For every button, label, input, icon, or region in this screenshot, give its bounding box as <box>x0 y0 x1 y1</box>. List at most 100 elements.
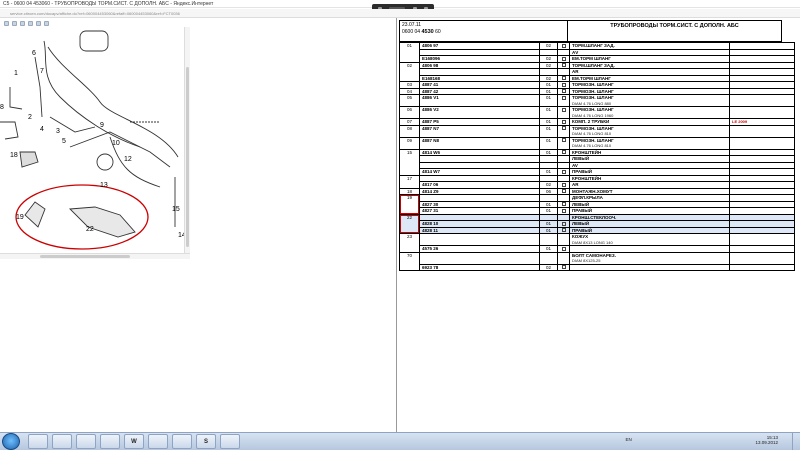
note-cell <box>729 136 795 150</box>
scroll-thumb[interactable] <box>186 67 189 247</box>
checkbox[interactable] <box>562 126 566 131</box>
folder-icon[interactable] <box>172 434 192 449</box>
description-text: ЛЕВЫЙ <box>572 156 590 161</box>
start-button[interactable] <box>2 433 20 450</box>
checkbox[interactable] <box>562 202 566 207</box>
part-ref-text: 4827 30 <box>422 201 439 207</box>
part-ref[interactable]: 6923 78 <box>419 263 540 271</box>
checkbox[interactable] <box>562 189 566 194</box>
skype-icon[interactable]: S <box>196 434 216 449</box>
part-ref[interactable]: 4887 N8 <box>419 136 540 150</box>
table-row[interactable]: 06 4886 V2 01 ТОРМОЗН. ШЛАНГ DIAM 4.76 LONG … <box>399 106 795 119</box>
media-player-icon[interactable] <box>76 434 96 449</box>
url-text[interactable]: service.citroen.com/docapv/affiche.do?re… <box>10 11 180 16</box>
item-number: 70 <box>399 251 420 271</box>
print-icon[interactable] <box>36 20 41 26</box>
checkbox[interactable] <box>562 169 566 174</box>
checkbox[interactable] <box>562 56 566 61</box>
checkbox[interactable] <box>562 89 566 94</box>
description-spec: DIAM 4.76 LONG 810 <box>572 131 612 136</box>
part-ref-text: 4887 N8 <box>422 137 440 143</box>
app-icon[interactable] <box>220 434 240 449</box>
table-row[interactable]: 05 4886 V1 01 ТОРМОЗН. ШЛАНГ DIAM 4.76 LONG … <box>399 94 795 107</box>
part-ref-text: 4887 N7 <box>422 125 440 131</box>
checkbox[interactable] <box>562 138 566 143</box>
select-cell <box>557 136 570 150</box>
diagram-horizontal-scrollbar[interactable] <box>0 253 190 259</box>
checkbox[interactable] <box>562 221 566 226</box>
part-ref[interactable]: 4886 V1 <box>419 94 540 107</box>
callout-22: 22 <box>86 226 94 233</box>
callout-4: 4 <box>40 126 44 133</box>
header-part-number: 0600 04 4530 60 <box>402 29 441 35</box>
description: ТОРМОЗН. ШЛАНГ DIAM 4.76 LONG 1960 <box>569 106 730 119</box>
checkbox[interactable] <box>562 107 566 112</box>
bracket-18 <box>19 151 39 168</box>
checkbox[interactable] <box>562 82 566 87</box>
description-text: ЛЕВЫЙ <box>572 201 590 207</box>
checkbox[interactable] <box>562 228 566 233</box>
table-row[interactable]: 6923 78 02 <box>400 263 795 271</box>
exploded-diagram[interactable]: 6 7 1 8 2 4 3 5 9 10 18 12 13 15 19 22 1… <box>0 27 190 265</box>
table-row[interactable]: 70 БОЛТ САМОНАРЕЗ. DIAM 8X125-25 <box>399 251 795 271</box>
checkbox[interactable] <box>562 182 566 187</box>
reset-icon[interactable] <box>44 20 49 26</box>
table-row[interactable]: 09 4887 N8 01 ТОРМОЗН. ШЛАНГ DIAM 4.76 LONG … <box>399 136 795 150</box>
zoom-fit-icon[interactable] <box>20 20 25 26</box>
description-text: МОНТАЖН.ХОМУТ <box>572 188 613 194</box>
part-ref-text: 4817 06 <box>422 182 439 187</box>
hose-7 <box>34 56 43 118</box>
checkbox[interactable] <box>562 246 566 251</box>
description-text: КРОНШ.СТЕКЛООЧ. <box>572 214 617 220</box>
description-text: ДЕФЛ.КРЫЛА <box>572 195 603 200</box>
part-ref-text: 4886 V1 <box>422 95 439 101</box>
note-cell <box>729 94 795 107</box>
pan-icon[interactable] <box>28 20 33 26</box>
checkbox[interactable] <box>562 76 566 81</box>
item-number: 08 <box>399 124 420 138</box>
zoom-in-icon[interactable] <box>4 20 9 26</box>
language-indicator[interactable]: EN <box>625 437 631 442</box>
description: ТОРМОЗН. ШЛАНГ DIAM 4.76 LONG 810 <box>569 136 730 150</box>
callout-5: 5 <box>62 138 66 145</box>
select-cell <box>557 263 570 271</box>
part-ref[interactable]: 4886 V2 <box>419 106 540 119</box>
table-row[interactable]: 23 КОЖУХ DIAM 8X13 LONG 140 <box>399 233 795 253</box>
checkbox[interactable] <box>562 63 566 68</box>
pane-divider[interactable] <box>396 18 397 432</box>
part-ref-text: 6923 78 <box>422 264 439 270</box>
item-number: 23 <box>399 233 420 253</box>
explorer-icon[interactable] <box>52 434 72 449</box>
description-text: ТОРМ.ШЛАНГ ЗАД. <box>572 43 615 48</box>
part-ref[interactable]: 4887 N7 <box>419 124 540 138</box>
description: ТОРМОЗН. ШЛАНГ DIAM 4.76 LONG 810 <box>569 124 730 138</box>
description-text: ПРАВЫЙ <box>572 208 592 213</box>
part-ref-text: 4814 W6 <box>422 149 441 155</box>
table-row[interactable]: 08 4887 N7 01 ТОРМОЗН. ШЛАНГ DIAM 4.76 LONG … <box>399 124 795 138</box>
description-text: АV <box>572 49 579 55</box>
part-ref-text: 4828 10 <box>422 221 439 226</box>
address-bar[interactable]: service.citroen.com/docapv/affiche.do?re… <box>0 9 800 18</box>
ie-icon[interactable] <box>28 434 48 449</box>
part-ref-text: 4887 P5 <box>422 119 439 124</box>
checkbox[interactable] <box>562 95 566 100</box>
show-desktop-button[interactable] <box>792 433 800 450</box>
clock-date[interactable]: 13.09.2012 <box>755 440 778 445</box>
quantity: 01 <box>539 124 558 138</box>
excel-icon[interactable] <box>100 434 120 449</box>
part-ref[interactable] <box>419 233 540 246</box>
checkbox[interactable] <box>562 150 566 155</box>
checkbox[interactable] <box>562 208 566 213</box>
callout-1: 1 <box>14 70 18 77</box>
part-ref-text: 4828 11 <box>422 227 439 233</box>
part-ref[interactable] <box>419 251 540 265</box>
checkbox[interactable] <box>562 265 566 270</box>
checkbox[interactable] <box>562 119 566 124</box>
diagram-vertical-scrollbar[interactable] <box>184 27 190 253</box>
scroll-thumb[interactable] <box>40 255 130 258</box>
checkbox[interactable] <box>562 43 566 48</box>
paint-icon[interactable] <box>148 434 168 449</box>
zoom-out-icon[interactable] <box>12 20 17 26</box>
part-ref-text: 4886 V2 <box>422 107 439 113</box>
word-icon[interactable]: W <box>124 434 144 449</box>
